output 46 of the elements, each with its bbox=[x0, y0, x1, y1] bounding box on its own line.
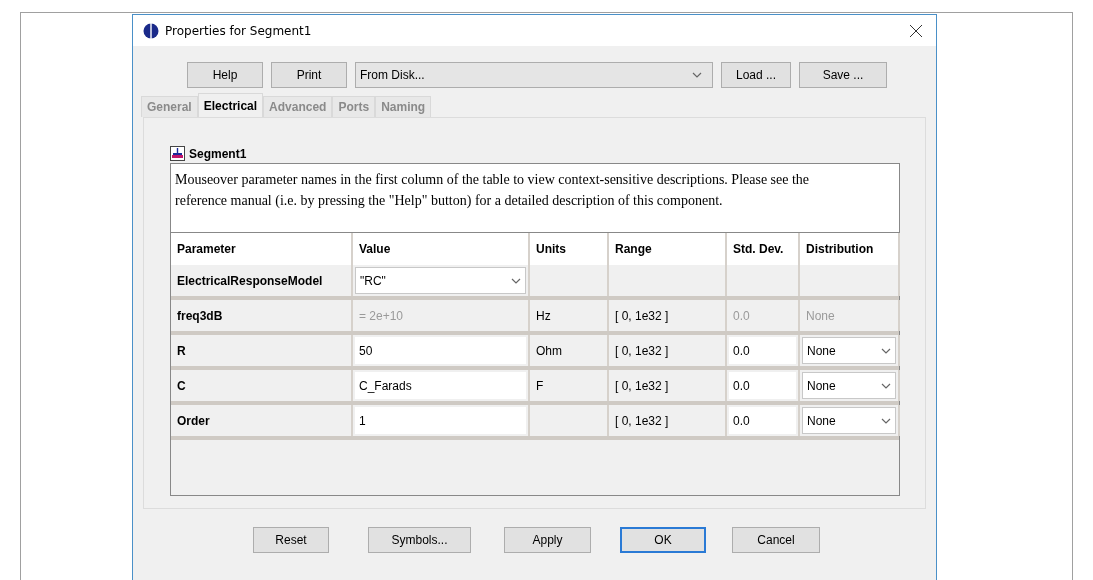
chevron-down-icon bbox=[881, 417, 891, 424]
range-cell: [ 0, 1e32 ] bbox=[609, 300, 727, 331]
chevron-down-icon bbox=[881, 382, 891, 389]
std-dev-field[interactable]: 0.0 bbox=[729, 337, 796, 364]
distribution-dropdown[interactable]: None bbox=[802, 372, 896, 399]
chevron-down-icon bbox=[881, 347, 891, 354]
distribution-cell: None bbox=[800, 300, 900, 331]
value-field[interactable]: 1 bbox=[355, 407, 526, 434]
distribution-dropdown[interactable]: None bbox=[802, 337, 896, 364]
distribution-dropdown[interactable]: None bbox=[802, 407, 896, 434]
std-dev-field[interactable]: 0.0 bbox=[729, 407, 796, 434]
tab[interactable]: Electrical bbox=[197, 93, 264, 117]
range-cell: [ 0, 1e32 ] bbox=[609, 405, 727, 436]
toolbar-button[interactable]: Print bbox=[271, 62, 347, 88]
description-text: Mouseover parameter names in the first column of the table to view context-sensitive descriptions. Please see the reference manual (i.e. by pressing the "Help" button) for a detailed description of this component. bbox=[170, 163, 900, 233]
dialog-button[interactable]: OK bbox=[620, 527, 706, 553]
range-cell: [ 0, 1e32 ] bbox=[609, 335, 727, 366]
toolbar-button[interactable]: Save ... bbox=[799, 62, 887, 88]
parameter-name: C bbox=[171, 370, 353, 401]
parameter-name: freq3dB bbox=[171, 300, 353, 331]
toolbar-button[interactable]: Load ... bbox=[721, 62, 791, 88]
range-cell: [ 0, 1e32 ] bbox=[609, 370, 727, 401]
dialog-button[interactable]: Apply bbox=[504, 527, 591, 553]
parameter-name: Order bbox=[171, 405, 353, 436]
units-cell: Hz bbox=[530, 300, 609, 331]
chevron-down-icon bbox=[692, 72, 702, 78]
units-cell: Ohm bbox=[530, 335, 609, 366]
parameter-name: ElectricalResponseModel bbox=[171, 265, 353, 296]
value-field[interactable]: 50 bbox=[355, 337, 526, 364]
app-logo-icon bbox=[143, 22, 159, 39]
value-cell: = 2e+10 bbox=[353, 300, 530, 331]
toolbar-button[interactable]: Help bbox=[187, 62, 263, 88]
std-dev-field[interactable]: 0.0 bbox=[729, 372, 796, 399]
source-dropdown[interactable]: From Disk... bbox=[355, 62, 713, 88]
dialog-button[interactable]: Cancel bbox=[732, 527, 820, 553]
value-dropdown[interactable]: "RC" bbox=[355, 267, 526, 294]
parameter-name: R bbox=[171, 335, 353, 366]
window-title: Properties for Segment1 bbox=[165, 23, 313, 38]
units-cell: F bbox=[530, 370, 609, 401]
dialog-button[interactable]: Symbols... bbox=[368, 527, 471, 553]
dialog-button[interactable]: Reset bbox=[253, 527, 329, 553]
chevron-down-icon bbox=[511, 277, 521, 284]
std-dev-cell: 0.0 bbox=[727, 300, 800, 331]
component-icon bbox=[170, 146, 185, 161]
value-field[interactable]: C_Farads bbox=[355, 372, 526, 399]
component-name: Segment1 bbox=[189, 146, 247, 161]
